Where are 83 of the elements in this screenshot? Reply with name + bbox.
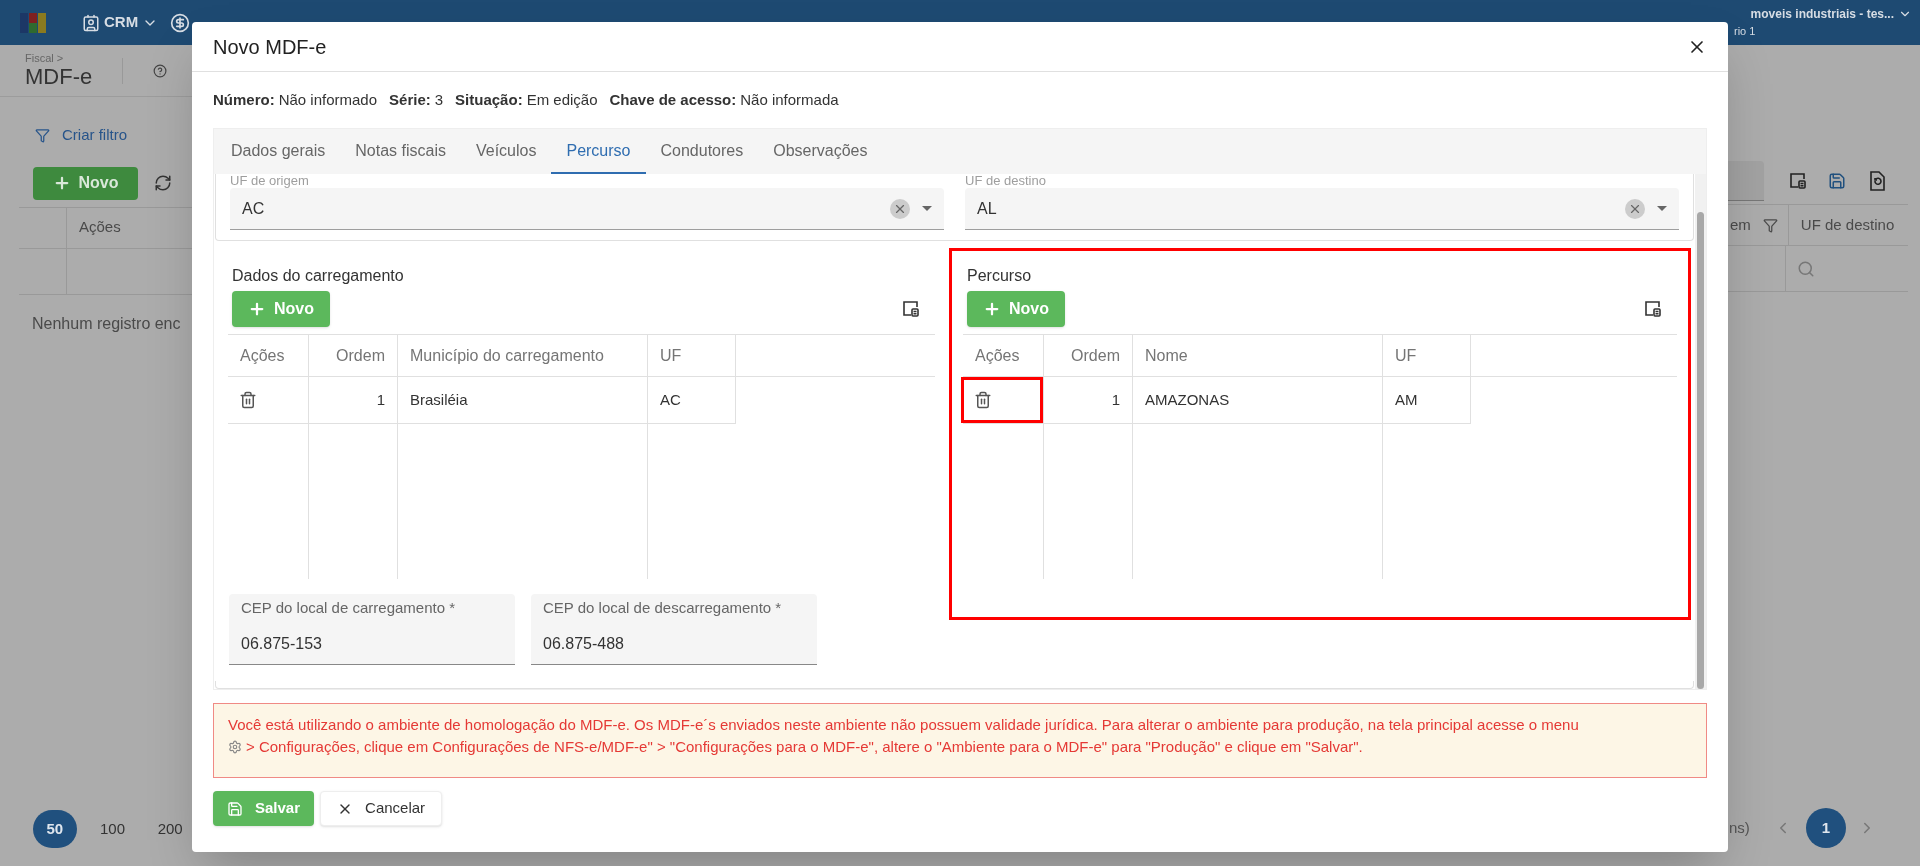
- column-header: Município do carregamento: [398, 335, 648, 376]
- info-value: Não informado: [278, 89, 378, 110]
- save-layout-icon[interactable]: [1828, 172, 1846, 190]
- select-field[interactable]: AL: [965, 188, 1679, 230]
- save-icon: [227, 800, 243, 817]
- field-label: CEP do local de carregamento *: [241, 598, 456, 618]
- column-chooser-icon[interactable]: [901, 299, 921, 319]
- search-field[interactable]: [1728, 161, 1764, 201]
- tab[interactable]: Veículos: [461, 129, 552, 174]
- section-title: Percurso: [967, 266, 1033, 286]
- clear-icon[interactable]: [890, 198, 910, 219]
- clear-icon[interactable]: [1625, 198, 1645, 219]
- page-size-option[interactable]: 50: [33, 810, 77, 848]
- reset-layout-icon[interactable]: [1868, 171, 1886, 191]
- contact-card-icon: [82, 13, 100, 32]
- delete-icon[interactable]: [974, 391, 992, 409]
- dropdown-caret-icon[interactable]: [922, 205, 932, 212]
- module-menu[interactable]: CRM: [82, 11, 159, 34]
- field-label: UF de destino: [965, 174, 1047, 188]
- info-value: 3: [434, 89, 444, 110]
- select-value: AL: [977, 198, 998, 219]
- refresh-icon[interactable]: [154, 174, 172, 192]
- scrollbar[interactable]: [1695, 174, 1706, 689]
- column-chooser-icon[interactable]: [1643, 299, 1663, 319]
- cancel-button[interactable]: Cancelar: [320, 791, 443, 826]
- table-cell: AC: [648, 377, 736, 424]
- column-header: Ações: [963, 335, 1044, 376]
- tab[interactable]: Dados gerais: [216, 129, 341, 174]
- info-label: Chave de acesso:: [609, 89, 737, 110]
- table-cell: Brasiléia: [398, 377, 648, 424]
- field-label: CEP do local de descarregamento *: [543, 598, 783, 618]
- select-value: AC: [242, 198, 266, 219]
- section-title: Dados do carregamento: [232, 266, 405, 286]
- page-title: MDF-e: [25, 63, 93, 90]
- page-number[interactable]: 1: [1805, 808, 1846, 848]
- plus-icon: [983, 300, 1001, 318]
- tab[interactable]: Observações: [758, 129, 883, 174]
- filter-icon[interactable]: [1762, 217, 1778, 233]
- column-header: UF: [1383, 335, 1471, 376]
- page-size-option[interactable]: 200: [148, 810, 192, 848]
- dropdown-caret-icon[interactable]: [1657, 205, 1667, 212]
- plus-icon: [248, 300, 266, 318]
- column-header: Nome: [1133, 335, 1383, 376]
- cep-field[interactable]: CEP do local de descarregamento * 06.875-488: [531, 594, 817, 665]
- column-header: em: [1729, 214, 1751, 235]
- info-label: Série:: [389, 89, 431, 110]
- table-cell: 1: [309, 377, 398, 424]
- page-info: ns): [1729, 817, 1750, 838]
- column-header: Ordem: [1044, 335, 1133, 376]
- warning-text: > Configurações, clique em Configurações de NFS-e/MDF-e" > "Configurações para o MDF-e", altere o "Ambiente para o MDF-e" para "Produção" e clique em "Salvar".: [246, 737, 1363, 757]
- user-name: rio 1: [1734, 24, 1756, 40]
- tab[interactable]: Condutores: [645, 129, 759, 174]
- field-label: UF de origem: [230, 174, 310, 188]
- warning-text: Você está utilizando o ambiente de homologação do MDF-e. Os MDF-e´s enviados neste ambiente não possuem validade jurídica. Para alterar o ambiente para produção, na tela principal acesse o menu: [228, 715, 1579, 735]
- dialog-title: Novo MDF-e: [213, 34, 327, 60]
- settings-icon: [228, 740, 242, 754]
- field-value: 06.875-153: [241, 633, 323, 654]
- delete-icon[interactable]: [239, 391, 257, 409]
- table-cell: AMAZONAS: [1133, 377, 1383, 424]
- empty-message: Nenhum registro enc: [32, 313, 182, 334]
- dollar-icon[interactable]: [170, 12, 191, 33]
- company-name[interactable]: moveis industriais - tes...: [1750, 5, 1894, 24]
- page-size-option[interactable]: 100: [90, 810, 135, 848]
- info-label: Número:: [213, 89, 275, 110]
- table-cell: 1: [1044, 377, 1133, 424]
- new-button[interactable]: Novo: [33, 166, 138, 200]
- info-label: Situação:: [455, 89, 523, 110]
- tab[interactable]: Notas fiscais: [340, 129, 461, 174]
- column-header: Ações: [78, 217, 122, 238]
- info-value: Em edição: [526, 89, 598, 110]
- tab[interactable]: Percurso: [551, 129, 646, 174]
- filter-icon: [35, 127, 50, 143]
- column-header: UF: [648, 335, 736, 376]
- create-filter-link[interactable]: Criar filtro: [35, 124, 192, 147]
- column-header: Ações: [228, 335, 309, 376]
- select-field[interactable]: AC: [230, 188, 944, 230]
- column-chooser-icon[interactable]: [1788, 171, 1808, 191]
- table-cell: AM: [1383, 377, 1471, 424]
- column-header: UF de destino: [1787, 205, 1907, 245]
- field-value: 06.875-488: [543, 633, 625, 654]
- cep-field[interactable]: CEP do local de carregamento * 06.875-153: [229, 594, 515, 665]
- column-header: Ordem: [309, 335, 398, 376]
- info-value: Não informada: [740, 89, 839, 110]
